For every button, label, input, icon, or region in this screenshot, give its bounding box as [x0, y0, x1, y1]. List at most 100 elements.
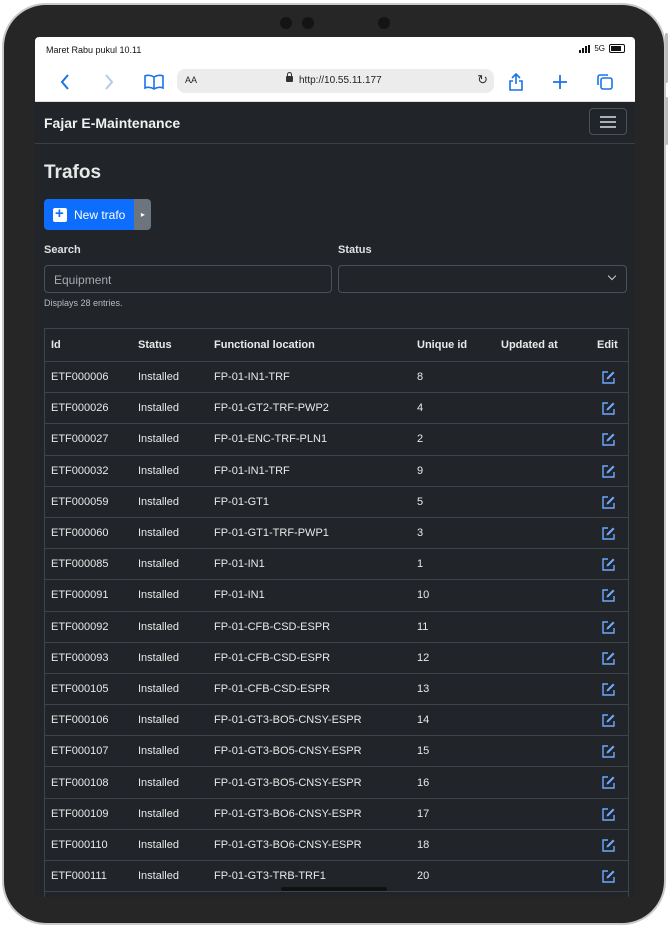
cell-functional-location: FP-01-CFB-CSD-ESPR	[214, 651, 331, 664]
cell-unique-id: 11	[417, 620, 429, 633]
tabs-icon[interactable]	[594, 71, 616, 93]
chevron-left-icon[interactable]	[54, 71, 76, 93]
edit-icon[interactable]	[601, 713, 616, 728]
chevron-right-icon[interactable]	[98, 71, 120, 93]
reader-aa-button[interactable]: AA	[185, 75, 197, 85]
cell-status: Installed	[138, 371, 179, 384]
edit-icon[interactable]	[601, 557, 616, 572]
header-unique-id[interactable]: Unique id	[417, 339, 467, 351]
edit-icon[interactable]	[601, 869, 616, 884]
table-row: ETF000006 Installed FP-01-IN1-TRF 8	[45, 362, 628, 394]
edit-icon[interactable]	[601, 807, 616, 822]
table-row: ETF000032 Installed FP-01-IN1-TRF 9	[45, 456, 628, 487]
header-status[interactable]: Status	[138, 339, 172, 351]
cell-status: Installed	[138, 527, 179, 540]
edit-icon[interactable]	[601, 495, 616, 510]
edit-icon[interactable]	[601, 401, 616, 416]
network-label: 5G	[594, 44, 605, 53]
address-bar[interactable]: AA http://10.55.11.177 ↻	[177, 69, 494, 93]
home-indicator	[281, 887, 387, 891]
table-row: ETF000110 Installed FP-01-GT3-BO6-CNSY-ESP…	[45, 830, 628, 861]
cell-status: Installed	[138, 558, 179, 571]
cell-id: ETF000107	[51, 745, 109, 758]
cell-unique-id: 13	[417, 682, 430, 695]
menu-toggle-button[interactable]	[589, 108, 627, 135]
cell-id: ETF000091	[51, 589, 109, 602]
cell-unique-id: 17	[417, 807, 430, 820]
search-label: Search	[44, 244, 81, 256]
cell-functional-location: FP-01-GT3-TRB-TRF1	[214, 870, 326, 883]
page-title: Trafos	[44, 162, 102, 183]
table-row: ETF000027 Installed FP-01-ENC-TRF-PLN1 2	[45, 424, 628, 456]
status-select[interactable]	[338, 265, 627, 293]
table-row: ETF000093 Installed FP-01-CFB-CSD-ESPR 12	[45, 643, 628, 674]
trafos-table: Id Status Functional location Unique id …	[44, 328, 629, 897]
cell-id: ETF000026	[51, 402, 109, 415]
edit-icon[interactable]	[601, 838, 616, 853]
cell-status: Installed	[138, 620, 179, 633]
table-row: ETF000105 Installed FP-01-CFB-CSD-ESPR 13	[45, 674, 628, 706]
cell-status: Installed	[138, 651, 179, 664]
lock-icon	[286, 72, 293, 82]
cell-status: Installed	[138, 495, 179, 508]
cell-id: ETF000110	[51, 838, 108, 851]
cell-status: Installed	[138, 464, 179, 477]
edit-icon[interactable]	[601, 620, 616, 635]
status-right: 5G	[579, 44, 625, 53]
cell-unique-id: 9	[417, 464, 424, 477]
cell-status: Installed	[138, 682, 179, 695]
search-placeholder: Equipment	[54, 273, 112, 287]
battery-icon	[609, 44, 625, 53]
table-row: ETF000106 Installed FP-01-GT3-BO5-CNSY-ESP…	[45, 705, 628, 737]
chevron-down-icon	[607, 271, 617, 281]
table-row: ETF000026 Installed FP-01-GT2-TRF-PWP2 4	[45, 393, 628, 425]
entries-count: Displays 28 entries.	[44, 298, 123, 308]
header-updated-at[interactable]: Updated at	[501, 339, 558, 351]
new-trafo-button[interactable]: New trafo	[44, 199, 135, 230]
edit-icon[interactable]	[601, 588, 616, 603]
new-trafo-label: New trafo	[74, 207, 126, 222]
edit-icon[interactable]	[601, 651, 616, 666]
book-icon[interactable]	[143, 71, 165, 93]
plus-icon[interactable]	[549, 71, 571, 93]
url-text[interactable]: http://10.55.11.177	[299, 75, 382, 86]
edit-icon[interactable]	[601, 464, 616, 479]
edit-icon[interactable]	[601, 744, 616, 759]
dropdown-toggle-button[interactable]: ▸	[134, 199, 152, 230]
camera-dot	[378, 17, 390, 29]
table-row: ETF000060 Installed FP-01-GT1-TRF-PWP1 3	[45, 518, 628, 550]
table-row: ETF000091 Installed FP-01-IN1 10	[45, 580, 628, 612]
cell-functional-location: FP-01-GT3-BO5-CNSY-ESPR	[214, 776, 362, 789]
cell-id: ETF000105	[51, 682, 109, 695]
cell-id: ETF000092	[51, 620, 109, 633]
cell-id: ETF000060	[51, 527, 109, 540]
cell-id: ETF000093	[51, 651, 109, 664]
cell-unique-id: 16	[417, 776, 430, 789]
table-row: ETF000109 Installed FP-01-GT3-BO6-CNSY-ESP…	[45, 799, 628, 830]
share-icon[interactable]	[505, 71, 527, 93]
edit-icon[interactable]	[601, 775, 616, 790]
cell-id: ETF000085	[51, 558, 109, 571]
cell-id: ETF000032	[51, 464, 109, 477]
status-label: Status	[338, 244, 372, 256]
header-functional-location[interactable]: Functional location	[214, 339, 315, 351]
header-id[interactable]: Id	[51, 339, 61, 351]
cell-unique-id: 2	[417, 433, 424, 446]
brand-link[interactable]: Fajar E-Maintenance	[44, 115, 180, 131]
search-input[interactable]: Equipment	[44, 265, 332, 293]
cell-id: ETF000106	[51, 714, 109, 727]
edit-icon[interactable]	[601, 370, 616, 385]
table-header: Id Status Functional location Unique id …	[45, 329, 628, 362]
reload-icon[interactable]: ↻	[477, 72, 488, 88]
edit-icon[interactable]	[601, 682, 616, 697]
cell-status: Installed	[138, 838, 179, 851]
camera-dot	[280, 17, 292, 29]
edit-icon[interactable]	[601, 526, 616, 541]
signal-icon	[579, 44, 591, 53]
cell-functional-location: FP-01-GT3-BO5-CNSY-ESPR	[214, 714, 362, 727]
edit-icon[interactable]	[601, 432, 616, 447]
cell-unique-id: 8	[417, 371, 424, 384]
cell-unique-id: 12	[417, 651, 430, 664]
cell-functional-location: FP-01-GT3-BO6-CNSY-ESPR	[214, 807, 362, 820]
cell-status: Installed	[138, 714, 179, 727]
